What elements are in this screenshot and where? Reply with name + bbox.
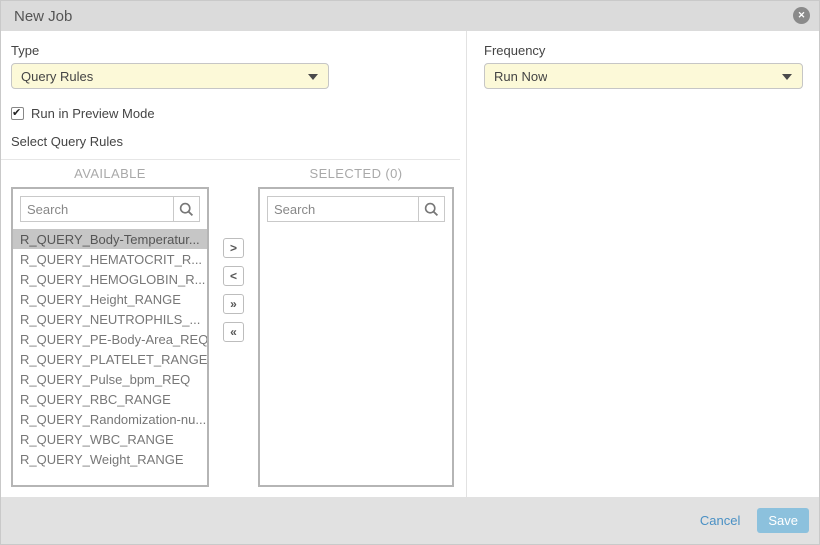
available-listbox: R_QUERY_Body-Temperatur...R_QUERY_HEMATO… — [11, 187, 209, 487]
move-all-left-button[interactable]: « — [223, 322, 244, 342]
new-job-dialog: New Job ✕ Type Query Rules Run in Previe… — [0, 0, 820, 545]
available-search-input[interactable] — [20, 196, 174, 222]
selected-listbox — [258, 187, 454, 487]
list-item[interactable]: R_QUERY_RBC_RANGE — [13, 389, 207, 409]
selected-search-row — [267, 196, 445, 222]
list-item[interactable]: R_QUERY_Pulse_bpm_REQ — [13, 369, 207, 389]
left-column: Type Query Rules Run in Preview Mode Sel… — [1, 31, 467, 497]
list-item[interactable]: R_QUERY_PLATELET_RANGE — [13, 349, 207, 369]
dual-list-picker: R_QUERY_Body-Temperatur...R_QUERY_HEMATO… — [11, 187, 466, 487]
chevron-down-icon — [782, 74, 792, 80]
move-right-button[interactable]: > — [223, 238, 244, 258]
available-search-button[interactable] — [173, 196, 200, 222]
selected-search-button[interactable] — [418, 196, 445, 222]
list-item[interactable]: R_QUERY_WBC_RANGE — [13, 429, 207, 449]
separator-line — [1, 159, 460, 160]
preview-mode-label: Run in Preview Mode — [31, 106, 155, 121]
dialog-title: New Job — [14, 8, 72, 25]
type-label: Type — [11, 43, 466, 58]
preview-mode-checkbox[interactable] — [11, 107, 24, 120]
list-item[interactable]: R_QUERY_Weight_RANGE — [13, 449, 207, 469]
frequency-dropdown-value: Run Now — [494, 69, 547, 84]
list-item[interactable]: R_QUERY_Body-Temperatur... — [13, 229, 207, 249]
available-search-row — [20, 196, 200, 222]
save-button[interactable]: Save — [757, 508, 809, 533]
selected-search-input[interactable] — [267, 196, 419, 222]
type-dropdown-value: Query Rules — [21, 69, 93, 84]
move-left-button[interactable]: < — [223, 266, 244, 286]
list-item[interactable]: R_QUERY_Height_RANGE — [13, 289, 207, 309]
frequency-label: Frequency — [484, 43, 819, 58]
transfer-buttons: > < » « — [223, 187, 244, 350]
type-dropdown[interactable]: Query Rules — [11, 63, 329, 89]
search-icon — [424, 202, 439, 217]
dialog-body: Type Query Rules Run in Preview Mode Sel… — [1, 31, 819, 497]
dialog-footer: Cancel Save — [1, 497, 819, 544]
search-icon — [179, 202, 194, 217]
close-icon[interactable]: ✕ — [793, 7, 810, 24]
cancel-button[interactable]: Cancel — [700, 513, 740, 528]
right-column: Frequency Run Now — [467, 31, 819, 497]
list-item[interactable]: R_QUERY_HEMATOCRIT_R... — [13, 249, 207, 269]
move-all-right-button[interactable]: » — [223, 294, 244, 314]
frequency-dropdown[interactable]: Run Now — [484, 63, 803, 89]
available-list: R_QUERY_Body-Temperatur...R_QUERY_HEMATO… — [13, 229, 207, 469]
list-item[interactable]: R_QUERY_HEMOGLOBIN_R... — [13, 269, 207, 289]
selected-header: SELECTED (0) — [258, 166, 454, 181]
chevron-down-icon — [308, 74, 318, 80]
available-header: AVAILABLE — [11, 166, 209, 181]
list-item[interactable]: R_QUERY_PE-Body-Area_REQ — [13, 329, 207, 349]
list-item[interactable]: R_QUERY_NEUTROPHILS_... — [13, 309, 207, 329]
headers-spacer — [209, 166, 258, 181]
select-query-rules-label: Select Query Rules — [11, 134, 466, 149]
preview-mode-row: Run in Preview Mode — [11, 106, 466, 121]
list-item[interactable]: R_QUERY_Randomization-nu... — [13, 409, 207, 429]
dialog-header: New Job ✕ — [1, 1, 819, 31]
list-headers-row: AVAILABLE SELECTED (0) — [11, 166, 466, 181]
